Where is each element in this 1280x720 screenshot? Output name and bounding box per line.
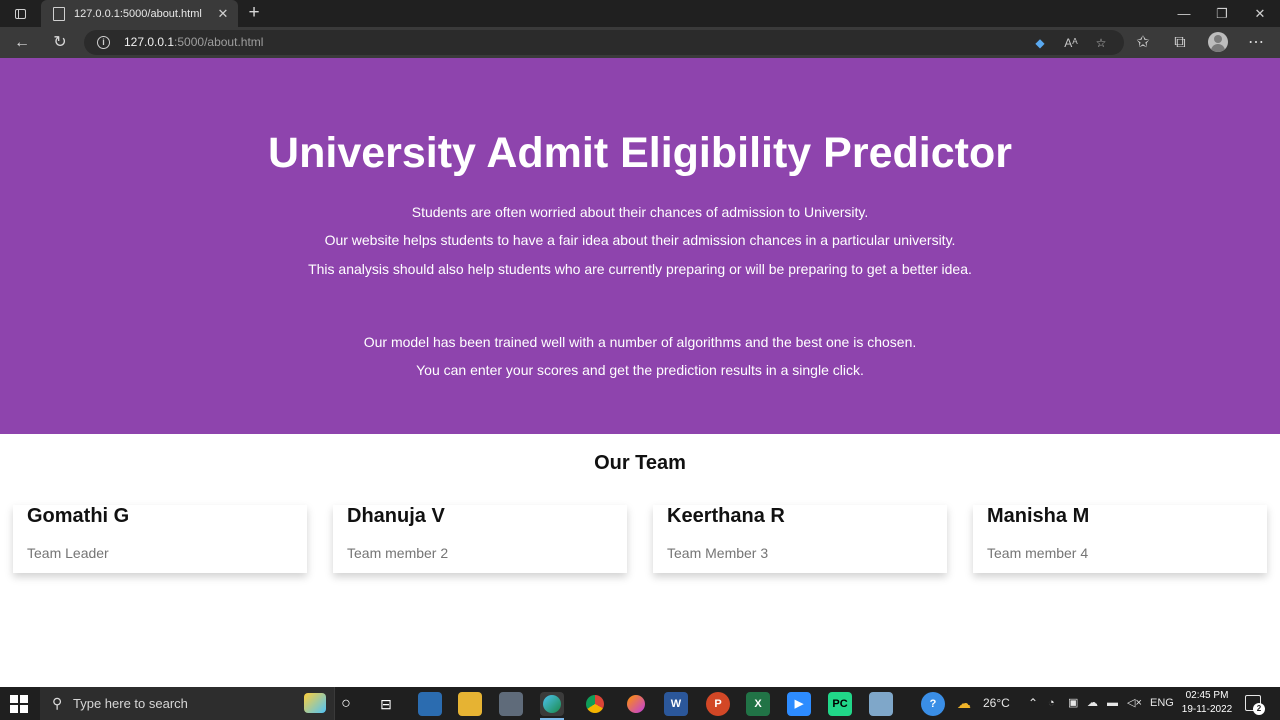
intro-line-4: Our model has been trained well with a n… <box>363 334 917 350</box>
calculator-icon[interactable] <box>499 692 523 716</box>
start-button[interactable] <box>10 695 28 713</box>
browser-toolbar: ← ↻ i 127.0.0.1:5000/about.html ◆ Aᴬ ☆ ✩… <box>0 27 1280 58</box>
cortana-icon[interactable]: ○ <box>334 692 358 716</box>
url-path: :5000/about.html <box>174 35 264 49</box>
intro-line-1: Students are often worried about their c… <box>411 204 869 220</box>
team-card: Gomathi G Team Leader <box>13 505 307 573</box>
search-highlight-icon <box>304 693 326 713</box>
clock-time: 02:45 PM <box>1185 690 1229 701</box>
tab-actions-button[interactable] <box>0 0 40 27</box>
intro-line-3: This analysis should also help students … <box>308 261 972 277</box>
taskbar-clock[interactable]: 02:45 PM 19-11-2022 <box>1176 689 1238 717</box>
new-tab-button[interactable]: + <box>245 3 263 22</box>
page-title: University Admit Eligibility Predictor <box>268 129 1012 177</box>
notes-app-icon[interactable] <box>869 692 893 716</box>
powerpoint-icon[interactable]: P <box>706 692 730 716</box>
site-info-icon[interactable]: i <box>97 36 110 49</box>
volume-icon[interactable]: ◁× <box>1127 687 1142 720</box>
refresh-button[interactable]: ↻ <box>48 31 72 55</box>
browser-tab-strip: 127.0.0.1:5000/about.html ✕ + — ❐ ✕ <box>0 0 1280 27</box>
windows-logo-icon <box>10 705 18 713</box>
address-bar[interactable]: i 127.0.0.1:5000/about.html ◆ Aᴬ ☆ <box>84 30 1124 55</box>
firefox-icon[interactable] <box>624 692 648 716</box>
profile-avatar[interactable] <box>1208 32 1228 52</box>
zoom-icon[interactable]: ▶ <box>787 692 811 716</box>
team-card: Keerthana R Team Member 3 <box>653 505 947 573</box>
add-favorite-icon[interactable]: ☆ <box>1092 34 1110 52</box>
file-explorer-icon[interactable] <box>458 692 482 716</box>
intro-line-5: You can enter your scores and get the pr… <box>416 362 864 378</box>
excel-icon[interactable]: X <box>746 692 770 716</box>
restore-button[interactable]: ❐ <box>1203 0 1241 27</box>
address-url[interactable]: 127.0.0.1:5000/about.html <box>124 35 263 49</box>
favorites-icon[interactable]: ✩ <box>1131 31 1155 55</box>
taskbar-search-box[interactable]: ⚲ Type here to search <box>40 687 335 720</box>
url-host: 127.0.0.1 <box>124 35 175 49</box>
notification-badge: 2 <box>1253 703 1265 715</box>
battery-icon[interactable]: ▬ <box>1107 687 1118 720</box>
windows-logo-icon <box>20 695 28 703</box>
chrome-icon[interactable] <box>583 692 607 716</box>
windows-logo-icon <box>10 695 18 703</box>
hero-section: University Admit Eligibility Predictor S… <box>0 58 1280 434</box>
member-name: Dhanuja V <box>347 505 445 527</box>
tab-actions-icon <box>14 8 26 19</box>
app-icon[interactable] <box>418 692 442 716</box>
windows-taskbar: ⚲ Type here to search ○ ⊟ W P X ▶ PC ? ☁… <box>0 687 1280 720</box>
member-role: Team Member 3 <box>667 545 769 561</box>
search-placeholder: Type here to search <box>73 696 188 711</box>
pycharm-icon[interactable]: PC <box>828 692 852 716</box>
edge-browser-icon[interactable] <box>540 692 564 716</box>
intro-line-2: Our website helps students to have a fai… <box>324 232 956 248</box>
member-name: Gomathi G <box>27 505 130 527</box>
device-icon[interactable]: ▣ <box>1068 687 1078 720</box>
page-viewport: University Admit Eligibility Predictor S… <box>0 58 1280 687</box>
network-icon[interactable]: ◔ <box>1048 687 1055 720</box>
weather-temp[interactable]: 26°C <box>983 687 1010 720</box>
onedrive-icon[interactable]: ☁ <box>1087 687 1098 720</box>
help-icon[interactable]: ? <box>921 692 945 716</box>
back-button[interactable]: ← <box>10 31 34 55</box>
task-view-icon[interactable]: ⊟ <box>374 692 398 716</box>
word-icon[interactable]: W <box>664 692 688 716</box>
read-aloud-icon[interactable]: Aᴬ <box>1062 34 1080 52</box>
minimize-button[interactable]: — <box>1165 0 1203 27</box>
search-icon: ⚲ <box>52 695 63 711</box>
member-role: Team member 4 <box>987 545 1089 561</box>
member-role: Team Leader <box>27 545 109 561</box>
weather-icon[interactable]: ☁ <box>957 687 971 720</box>
browser-tab[interactable]: 127.0.0.1:5000/about.html ✕ <box>41 0 238 27</box>
clock-date: 19-11-2022 <box>1181 704 1233 715</box>
more-menu-icon[interactable]: ⋯ <box>1244 31 1268 55</box>
tab-close-icon[interactable]: ✕ <box>215 6 231 22</box>
tab-title: 127.0.0.1:5000/about.html <box>74 7 202 20</box>
team-heading: Our Team <box>594 452 686 474</box>
language-indicator[interactable]: ENG <box>1150 687 1174 720</box>
show-hidden-icons-icon[interactable]: ⌃ <box>1028 687 1038 720</box>
member-name: Keerthana R <box>667 505 785 527</box>
team-card: Dhanuja V Team member 2 <box>333 505 627 573</box>
team-card: Manisha M Team member 4 <box>973 505 1267 573</box>
windows-logo-icon <box>20 705 28 713</box>
close-window-button[interactable]: ✕ <box>1241 0 1279 27</box>
page-favicon-icon <box>53 6 65 21</box>
collections-icon[interactable]: ⧉ <box>1168 31 1192 55</box>
member-role: Team member 2 <box>347 545 449 561</box>
member-name: Manisha M <box>987 505 1090 527</box>
shopping-tag-icon[interactable]: ◆ <box>1031 34 1049 52</box>
